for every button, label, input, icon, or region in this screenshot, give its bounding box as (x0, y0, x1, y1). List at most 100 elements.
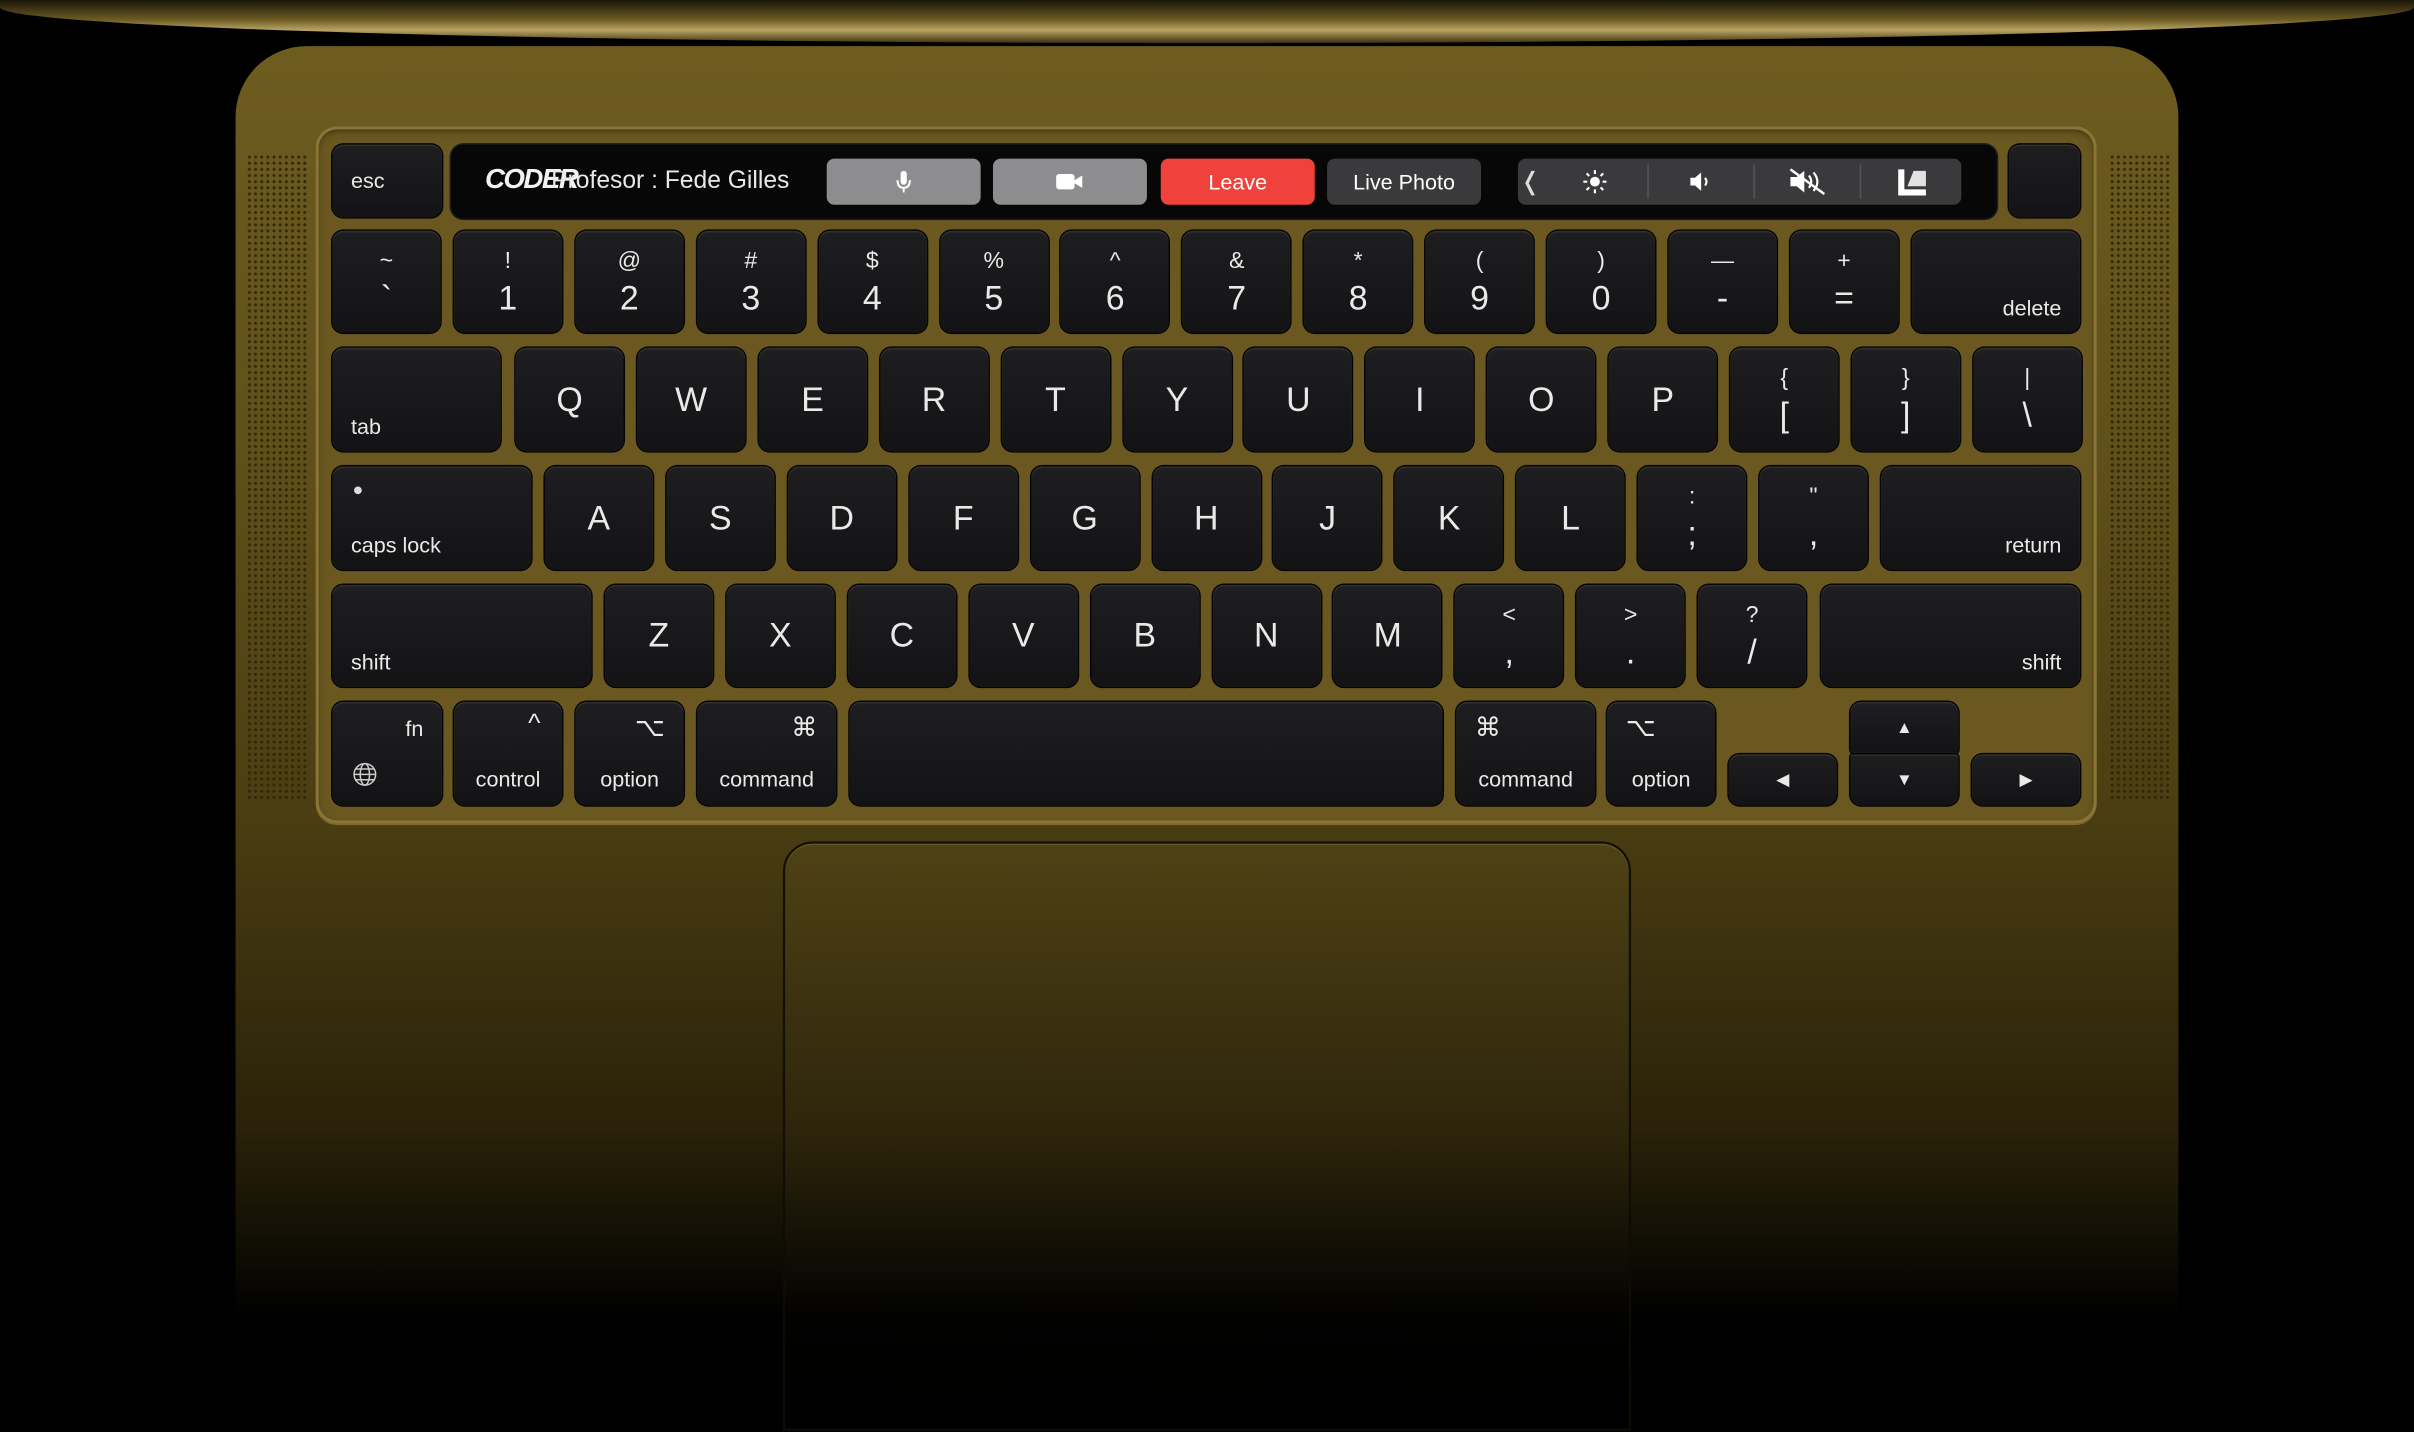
key-row1-1[interactable]: ! 1 (453, 230, 562, 333)
key-row1-4[interactable]: $4 (818, 230, 927, 333)
key-row4-sym-0[interactable]: <, (1455, 585, 1564, 687)
key-row2-sym-2[interactable]: | \ (1973, 347, 2082, 452)
key-option-left[interactable]: ⌥ option (575, 702, 684, 806)
key-arrow-left[interactable]: ◀ (1728, 754, 1837, 806)
brightness-button[interactable] (1543, 159, 1648, 205)
volume-button[interactable] (1649, 159, 1754, 205)
key-i[interactable]: I (1365, 347, 1474, 452)
key-d[interactable]: D (787, 466, 896, 570)
key-g[interactable]: G (1030, 466, 1139, 570)
globe-icon (353, 762, 377, 786)
key-v[interactable]: V (969, 585, 1078, 687)
key-r[interactable]: R (880, 347, 988, 452)
key-letter: T (1045, 379, 1066, 418)
key-command-right[interactable]: ⌘ command (1456, 702, 1595, 806)
mute-button[interactable] (1755, 159, 1860, 205)
live-photo-button[interactable]: Live Photo (1327, 158, 1481, 205)
key-a[interactable]: A (544, 466, 653, 570)
key-row1-10[interactable]: ) 0 (1547, 230, 1655, 333)
key-k[interactable]: K (1395, 466, 1504, 570)
key-option-right[interactable]: ⌥ option (1607, 702, 1716, 806)
key-shift-left[interactable]: shift (332, 585, 592, 687)
command-icon: ⌘ (791, 712, 818, 743)
key-y[interactable]: Y (1123, 347, 1231, 452)
key-command-left[interactable]: ⌘ command (697, 702, 836, 806)
touch-id-key[interactable] (2009, 144, 2080, 218)
key-j[interactable]: J (1273, 466, 1382, 570)
key-shift-right[interactable]: shift (1821, 585, 2080, 687)
key-o[interactable]: O (1487, 347, 1596, 452)
key-row1-3[interactable]: #3 (696, 230, 805, 333)
key-p[interactable]: P (1608, 347, 1717, 452)
key-b[interactable]: B (1090, 585, 1199, 687)
key-z[interactable]: Z (605, 585, 713, 687)
key-arrow-down[interactable]: ▼ (1850, 754, 1959, 806)
key-return[interactable]: return (1881, 466, 2080, 570)
key-arrow-right[interactable]: ▶ (1972, 754, 2080, 806)
key-row1-5[interactable]: % 5 (939, 230, 1048, 333)
key-shift-symbol: ) (1597, 247, 1605, 274)
key-shift-symbol: * (1353, 247, 1363, 274)
key-row1-8[interactable]: * 8 (1304, 230, 1413, 333)
key-row1-11[interactable]: — - (1668, 230, 1777, 333)
leave-button[interactable]: Leave (1160, 158, 1315, 205)
key-letter: I (1415, 379, 1425, 418)
key-letter: F (952, 498, 974, 537)
touch-bar[interactable]: CODER Profesor : Fede Gilles Leave Live … (451, 144, 1997, 219)
key-row1-2[interactable]: @2 (575, 230, 684, 333)
key-shift-symbol: & (1228, 247, 1245, 274)
key-row1-0[interactable]: ~ ` (332, 230, 441, 333)
key-n[interactable]: N (1212, 585, 1321, 687)
key-u[interactable]: U (1244, 347, 1353, 452)
key-q[interactable]: Q (515, 347, 624, 452)
command-icon: ⌘ (1474, 712, 1502, 743)
key-letter: Q (556, 379, 583, 418)
mic-button[interactable] (826, 158, 981, 205)
key-row1-9[interactable]: (9 (1425, 230, 1534, 333)
key-space[interactable] (849, 702, 1443, 806)
key-row4-sym-2[interactable]: ? / (1698, 585, 1806, 687)
key-row2-sym-0[interactable]: {[ (1730, 347, 1839, 452)
key-row3-sym-0[interactable]: :; (1638, 466, 1746, 570)
key-symbol: 0 (1591, 277, 1611, 317)
key-control[interactable]: ^ control (454, 702, 562, 806)
option-icon: ⌥ (1625, 712, 1656, 743)
professor-name: Profesor : Fede Gilles (551, 167, 790, 194)
key-letter: Y (1165, 379, 1189, 418)
key-row3-sym-1[interactable]: ", (1759, 466, 1868, 570)
arrow-down-icon: ▼ (1895, 770, 1913, 789)
collapse-arrow-icon[interactable]: ❬ (1518, 159, 1543, 205)
speaker-grille-left (246, 153, 308, 801)
app-logo-button[interactable] (1861, 159, 1961, 205)
key-f[interactable]: F (909, 466, 1018, 570)
key-row1-12[interactable]: + = (1790, 230, 1898, 333)
key-l[interactable]: L (1516, 466, 1625, 570)
key-fn[interactable]: fn (332, 702, 442, 806)
key-symbol: 9 (1470, 277, 1490, 317)
key-row1-6[interactable]: ^ 6 (1061, 230, 1170, 333)
key-t[interactable]: T (1001, 347, 1110, 452)
trackpad[interactable] (785, 843, 1629, 1429)
key-caps-lock[interactable]: caps lock (332, 466, 532, 570)
key-h[interactable]: H (1152, 466, 1261, 570)
key-w[interactable]: W (637, 347, 745, 452)
key-c[interactable]: C (847, 585, 956, 687)
key-letter: L (1561, 498, 1581, 537)
key-x[interactable]: X (726, 585, 835, 687)
key-symbol: \ (2022, 395, 2032, 435)
key-arrow-up[interactable]: ▲ (1850, 702, 1959, 753)
key-shift-symbol: @ (617, 247, 642, 274)
key-s[interactable]: S (666, 466, 775, 570)
key-e[interactable]: E (758, 347, 867, 452)
video-button[interactable] (992, 158, 1147, 205)
key-delete[interactable]: delete (1912, 230, 2080, 333)
key-row2-sym-1[interactable]: }] (1851, 347, 1960, 452)
key-letter: M (1373, 615, 1402, 655)
key-row1-7[interactable]: & 7 (1182, 230, 1291, 333)
key-shift-symbol: } (1901, 364, 1910, 392)
key-esc[interactable]: esc (332, 144, 442, 218)
key-m[interactable]: M (1333, 585, 1442, 687)
key-tab[interactable]: tab (332, 347, 501, 452)
key-row4-sym-1[interactable]: >. (1576, 585, 1685, 687)
key-shift-symbol: > (1623, 601, 1638, 628)
